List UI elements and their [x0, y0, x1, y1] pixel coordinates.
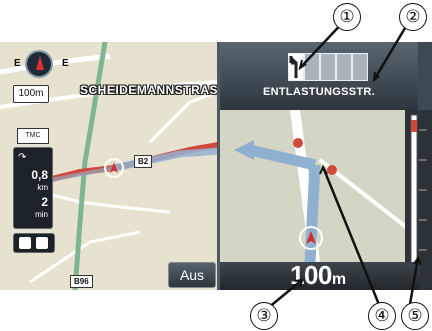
navigation-screen-figure: E E 100m SCHEIDEMANNSTRAS TMC ↷ 0,8 km 2… [0, 0, 432, 331]
callout-1: ① [333, 3, 361, 31]
callout-5: ⑤ [401, 302, 429, 330]
callout-lines [267, 17, 422, 309]
callout-4: ④ [368, 302, 396, 330]
callout-2: ② [399, 3, 427, 31]
callout-3: ③ [250, 302, 278, 330]
